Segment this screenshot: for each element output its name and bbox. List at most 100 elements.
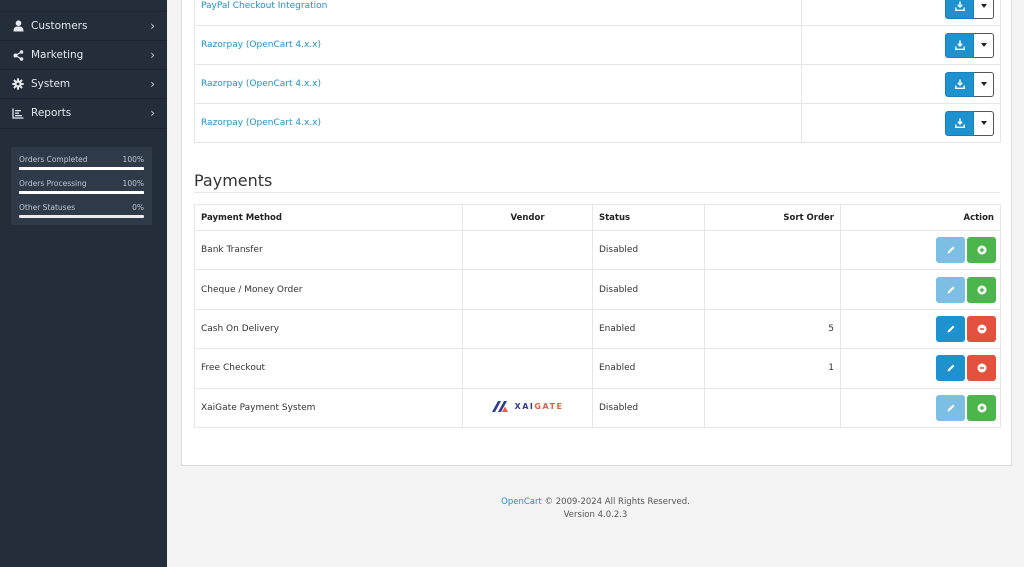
- table-row: Razorpay (OpenCart 4.x.x): [194, 64, 1001, 104]
- vendor-logo-text-1: XAI: [514, 401, 535, 411]
- version-text: Version 4.0.2.3: [563, 510, 628, 520]
- status-cell: Enabled: [592, 308, 705, 350]
- sidebar-item-label: Reports: [31, 107, 72, 119]
- install-button[interactable]: [967, 394, 996, 421]
- vendor-logo-text-2: GATE: [534, 401, 564, 411]
- table-row: Free Checkout Enabled 1: [194, 348, 1001, 389]
- extension-name-cell: Razorpay (OpenCart 4.x.x): [194, 103, 802, 143]
- sidebar-item-label: Marketing: [31, 49, 84, 61]
- sidebar: Customers › Marketing › System › Reports…: [0, 0, 167, 567]
- table-row: Razorpay (OpenCart 4.x.x): [194, 25, 1001, 65]
- uninstall-button[interactable]: [967, 315, 996, 342]
- table-row: Bank Transfer Disabled: [194, 229, 1001, 271]
- sort-order-cell: 5: [704, 308, 841, 350]
- dropdown-toggle-button[interactable]: [974, 0, 994, 19]
- extension-link[interactable]: Razorpay (OpenCart 4.x.x): [201, 79, 321, 89]
- payment-method-cell: Bank Transfer: [194, 229, 463, 271]
- edit-button[interactable]: [936, 276, 965, 303]
- progress-bar: [19, 191, 144, 194]
- stat-value: 100%: [122, 155, 144, 164]
- install-button[interactable]: [967, 276, 996, 303]
- download-button[interactable]: [945, 110, 974, 136]
- vendor-cell: [462, 229, 593, 271]
- dropdown-toggle-button[interactable]: [974, 110, 994, 136]
- sort-order-cell: [704, 229, 841, 271]
- content-panel: PayPal Checkout Integration Razorpay (Ope…: [181, 0, 1012, 466]
- action-cell: [840, 269, 1001, 310]
- extension-link[interactable]: Razorpay (OpenCart 4.x.x): [201, 118, 321, 128]
- caret-down-icon: [980, 82, 987, 86]
- payment-method-cell: Cash On Delivery: [194, 308, 463, 350]
- payments-table: Payment Method Vendor Status Sort Order …: [194, 204, 1001, 428]
- table-row: Cheque / Money Order Disabled: [194, 269, 1001, 310]
- pencil-icon: [946, 363, 956, 373]
- table-row: Cash On Delivery Enabled 5: [194, 308, 1001, 350]
- install-button-group: [945, 110, 994, 136]
- chevron-right-icon: ›: [150, 48, 155, 62]
- minus-circle-icon: [977, 363, 987, 373]
- download-button[interactable]: [945, 71, 974, 97]
- sidebar-item-customers[interactable]: Customers ›: [0, 11, 167, 40]
- sidebar-item-system[interactable]: System ›: [0, 69, 167, 98]
- share-icon: [11, 49, 25, 61]
- dropdown-toggle-button[interactable]: [974, 71, 994, 97]
- status-cell: Enabled: [592, 348, 705, 389]
- sidebar-item-marketing[interactable]: Marketing ›: [0, 40, 167, 69]
- payment-method-cell: Cheque / Money Order: [194, 269, 463, 310]
- pencil-icon: [946, 403, 956, 413]
- status-cell: Disabled: [592, 387, 705, 428]
- install-button-group: [945, 0, 994, 19]
- extension-action-cell: [801, 0, 1001, 26]
- menu-icon: [11, 0, 25, 5]
- stat-label: Orders Completed: [19, 155, 88, 164]
- payment-method-cell: XaiGate Payment System: [194, 387, 463, 428]
- extension-link[interactable]: Razorpay (OpenCart 4.x.x): [201, 40, 321, 50]
- sort-order-cell: [704, 387, 841, 428]
- status-cell: Disabled: [592, 229, 705, 271]
- edit-button[interactable]: [936, 315, 965, 342]
- chart-bar-icon: [11, 108, 25, 119]
- extension-action-cell: [801, 64, 1001, 104]
- table-header-row: Payment Method Vendor Status Sort Order …: [194, 204, 1001, 231]
- progress-fill: [19, 167, 144, 170]
- edit-button[interactable]: [936, 394, 965, 421]
- plus-circle-icon: [977, 245, 987, 255]
- vendor-cell: [462, 348, 593, 389]
- progress-fill: [19, 191, 144, 194]
- download-icon: [954, 118, 965, 128]
- download-button[interactable]: [945, 32, 974, 58]
- install-button-group: [945, 32, 994, 58]
- chevron-right-icon: ›: [150, 77, 155, 91]
- table-row: XaiGate Payment System XAI GATE Disabled: [194, 387, 1001, 428]
- install-button[interactable]: [967, 237, 996, 264]
- edit-button[interactable]: [936, 355, 965, 382]
- sidebar-item-reports[interactable]: Reports ›: [0, 98, 167, 127]
- table-row: Razorpay (OpenCart 4.x.x): [194, 103, 1001, 143]
- edit-button[interactable]: [936, 237, 965, 264]
- status-cell: Disabled: [592, 269, 705, 310]
- pencil-icon: [946, 285, 956, 295]
- minus-circle-icon: [977, 324, 987, 334]
- extension-link[interactable]: PayPal Checkout Integration: [201, 1, 327, 11]
- copyright-text: © 2009-2024 All Rights Reserved.: [541, 497, 690, 507]
- divider: [0, 128, 167, 129]
- caret-down-icon: [980, 121, 987, 125]
- download-button[interactable]: [945, 0, 974, 19]
- sort-order-cell: [704, 269, 841, 310]
- chevron-right-icon: ›: [150, 106, 155, 120]
- dropdown-toggle-button[interactable]: [974, 32, 994, 58]
- progress-bar: [19, 215, 144, 218]
- install-button-group: [945, 71, 994, 97]
- extension-action-cell: [801, 103, 1001, 143]
- copyright-line: OpenCart © 2009-2024 All Rights Reserved…: [167, 496, 1024, 509]
- download-icon: [954, 1, 965, 11]
- uninstall-button[interactable]: [967, 355, 996, 382]
- sidebar-item-label: System: [31, 78, 71, 90]
- stat-other-statuses: Other Statuses 0%: [18, 201, 145, 225]
- order-stats-panel: Orders Completed 100% Orders Processing …: [11, 147, 152, 225]
- footer: OpenCart © 2009-2024 All Rights Reserved…: [167, 496, 1024, 522]
- marketplace-extensions-table: PayPal Checkout Integration Razorpay (Ope…: [194, 0, 1001, 143]
- extension-name-cell: Razorpay (OpenCart 4.x.x): [194, 25, 802, 65]
- opencart-link[interactable]: OpenCart: [501, 497, 542, 507]
- column-header-sort-order: Sort Order: [704, 204, 841, 231]
